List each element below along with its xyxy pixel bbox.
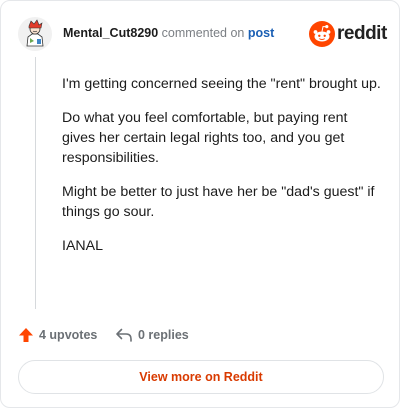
reply-arrow-icon <box>116 328 132 342</box>
reddit-logo[interactable]: reddit <box>309 20 387 48</box>
comment-card: Mental_Cut8290 commented on post reddit … <box>0 0 400 408</box>
comment-paragraph: Might be better to just have her be "dad… <box>62 184 375 220</box>
reply-count: 0 replies <box>138 328 189 342</box>
user-avatar-icon <box>18 17 52 51</box>
action-text: commented on <box>161 26 245 40</box>
upvote-button[interactable]: 4 upvotes <box>18 324 97 346</box>
view-more-button[interactable]: View more on Reddit <box>18 360 384 394</box>
reply-button[interactable]: 0 replies <box>115 324 189 346</box>
post-link[interactable]: post <box>248 26 274 40</box>
comment-header: Mental_Cut8290 commented on post reddit <box>18 17 387 51</box>
reddit-snoo-icon <box>309 21 335 47</box>
username[interactable]: Mental_Cut8290 <box>63 26 158 40</box>
comment-paragraph: I'm getting concerned seeing the "rent" … <box>62 76 381 92</box>
comment-body: I'm getting concerned seeing the "rent" … <box>62 74 382 270</box>
comment-paragraph: Do what you feel comfortable, but paying… <box>62 110 348 166</box>
comment-meta: Mental_Cut8290 commented on post <box>63 26 274 40</box>
comment-paragraph: IANAL <box>62 238 104 254</box>
brand-name: reddit <box>337 23 387 44</box>
thread-line <box>35 57 36 309</box>
upvote-count: 4 upvotes <box>39 328 98 342</box>
avatar[interactable] <box>18 17 52 51</box>
upvote-arrow-icon <box>19 328 33 342</box>
